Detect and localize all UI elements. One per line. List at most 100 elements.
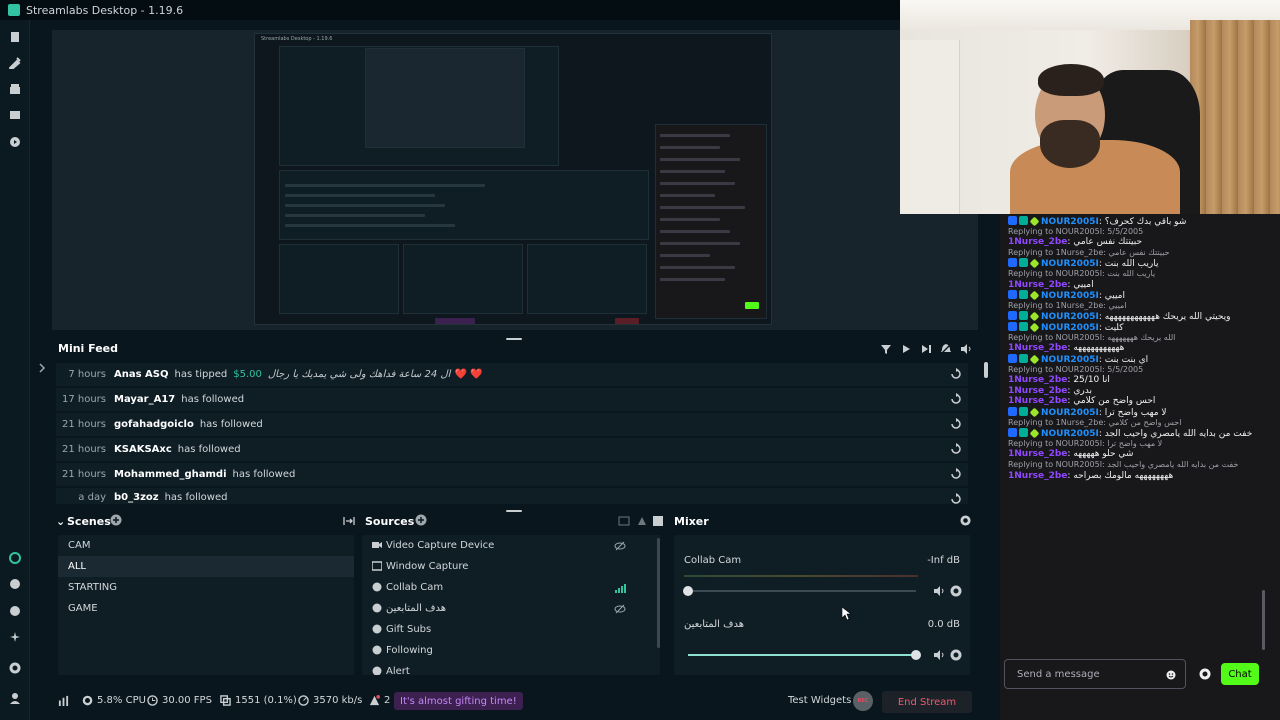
scene-item[interactable]: GAME bbox=[58, 598, 354, 619]
store-icon[interactable] bbox=[9, 83, 21, 95]
feed-action: has followed bbox=[199, 419, 263, 430]
feed-user[interactable]: Mayar_A17 bbox=[114, 394, 175, 405]
source-properties-icon[interactable] bbox=[652, 515, 664, 530]
chat-send-button[interactable]: Chat bbox=[1221, 663, 1259, 685]
replay-icon[interactable] bbox=[950, 443, 962, 455]
chat-username[interactable]: NOUR2005I bbox=[1041, 323, 1099, 333]
editor-icon[interactable] bbox=[9, 31, 21, 43]
rec-button[interactable]: REC bbox=[853, 691, 873, 711]
play-icon[interactable] bbox=[900, 343, 912, 355]
stream-preview[interactable]: Streamlabs Desktop - 1.19.6 bbox=[52, 30, 978, 330]
chat-message-input[interactable]: Send a message bbox=[1004, 659, 1186, 689]
feed-user[interactable]: Mohammed_ghamdi bbox=[114, 469, 227, 480]
gear-icon[interactable] bbox=[950, 585, 962, 597]
sources-scrollbar[interactable] bbox=[657, 538, 660, 648]
chat-text: شي حلو هههههه bbox=[1073, 449, 1134, 460]
source-filter-icon[interactable] bbox=[636, 515, 648, 530]
hidden-eye-icon[interactable] bbox=[614, 603, 626, 615]
replay-icon[interactable] bbox=[950, 493, 962, 504]
feed-resize-handle[interactable] bbox=[506, 510, 522, 512]
chat-username[interactable]: 1Nurse_2be bbox=[1008, 343, 1067, 353]
replay-icon[interactable] bbox=[950, 393, 962, 405]
chat-username[interactable]: NOUR2005I bbox=[1041, 291, 1099, 301]
source-item[interactable]: Collab Cam bbox=[362, 577, 660, 598]
live-icon[interactable] bbox=[9, 136, 21, 148]
scene-item[interactable]: STARTING bbox=[58, 577, 354, 598]
source-item[interactable]: Window Capture bbox=[362, 556, 660, 577]
chat-username[interactable]: 1Nurse_2be bbox=[1008, 396, 1067, 406]
chat-username[interactable]: NOUR2005I bbox=[1041, 312, 1099, 322]
test-widgets-button[interactable]: Test Widgets bbox=[788, 695, 851, 706]
source-label: Video Capture Device bbox=[386, 540, 495, 551]
scene-item-active[interactable]: ALL bbox=[58, 556, 354, 577]
chat-reply-text: Replying to 1Nurse_2be: احس واضح من كلام… bbox=[1008, 417, 1182, 427]
source-item[interactable]: Gift Subs bbox=[362, 619, 660, 640]
feed-user[interactable]: b0_3zoz bbox=[114, 492, 159, 503]
source-item[interactable]: هدف المتابعين bbox=[362, 598, 660, 619]
stats-chart-icon[interactable] bbox=[58, 695, 69, 706]
gear-icon[interactable] bbox=[950, 649, 962, 661]
feed-user[interactable]: KSAKSAxc bbox=[114, 444, 172, 455]
expand-chevron-icon[interactable] bbox=[36, 362, 48, 374]
mute-alerts-icon[interactable] bbox=[940, 343, 952, 355]
source-folder-icon[interactable] bbox=[618, 515, 630, 530]
integrations-icon[interactable] bbox=[9, 578, 21, 590]
settings-icon[interactable] bbox=[9, 662, 21, 674]
replay-icon[interactable] bbox=[950, 368, 962, 380]
source-item[interactable]: Alert bbox=[362, 661, 660, 675]
ai-tools-icon[interactable] bbox=[9, 631, 21, 643]
camera-icon bbox=[372, 540, 382, 550]
layout-editor-icon[interactable] bbox=[9, 605, 21, 617]
volume-icon[interactable] bbox=[960, 343, 972, 355]
replay-icon[interactable] bbox=[950, 418, 962, 430]
chat-username[interactable]: 1Nurse_2be bbox=[1008, 449, 1067, 459]
mouse-cursor-icon bbox=[841, 606, 852, 621]
source-item[interactable]: Video Capture Device bbox=[362, 535, 660, 556]
mixer-volume-track[interactable] bbox=[688, 590, 916, 592]
skip-icon[interactable] bbox=[920, 343, 932, 355]
chat-username[interactable]: 1Nurse_2be bbox=[1008, 237, 1067, 247]
mixer-volume-knob[interactable] bbox=[911, 650, 921, 660]
preview-nested-scenes bbox=[279, 244, 399, 314]
mixer-settings-icon[interactable] bbox=[960, 515, 971, 529]
chat-username[interactable]: NOUR2005I bbox=[1041, 429, 1099, 439]
chat-reply-text: Replying to NOUR2005I: 5/5/2005 bbox=[1008, 364, 1144, 374]
chat-reply-line: Replying to NOUR2005I: 5/5/2005 bbox=[1008, 365, 1272, 375]
emoji-icon[interactable] bbox=[1166, 669, 1176, 680]
themes-icon[interactable] bbox=[8, 57, 21, 71]
source-item[interactable]: Following bbox=[362, 640, 660, 661]
scene-item[interactable]: CAM bbox=[58, 535, 354, 556]
mixer-volume-knob[interactable] bbox=[683, 586, 693, 596]
volume-icon[interactable] bbox=[933, 649, 945, 661]
chat-username[interactable]: 1Nurse_2be bbox=[1008, 386, 1067, 396]
filter-icon[interactable] bbox=[880, 343, 892, 355]
sub-badge-icon bbox=[1019, 258, 1028, 268]
chat-text: هههههههههههه bbox=[1073, 343, 1125, 354]
chat-settings-icon[interactable] bbox=[1199, 668, 1211, 680]
replay-icon[interactable] bbox=[950, 468, 962, 480]
chat-username[interactable]: NOUR2005I bbox=[1041, 259, 1099, 269]
scenes-collapse-icon[interactable]: ⌄ bbox=[56, 515, 65, 528]
notifications-count: 2 bbox=[384, 695, 391, 706]
chat-scrollbar[interactable] bbox=[1262, 590, 1265, 650]
gift-banner[interactable]: It's almost gifting time! bbox=[394, 692, 523, 710]
add-scene-icon[interactable] bbox=[110, 514, 122, 529]
chat-username[interactable]: 1Nurse_2be bbox=[1008, 280, 1067, 290]
add-source-icon[interactable] bbox=[415, 514, 427, 529]
apps-icon[interactable] bbox=[9, 552, 21, 564]
end-stream-button[interactable]: End Stream bbox=[882, 691, 972, 713]
chat-username[interactable]: 1Nurse_2be bbox=[1008, 471, 1067, 481]
chat-username[interactable]: 1Nurse_2be bbox=[1008, 375, 1067, 385]
chat-username[interactable]: NOUR2005I bbox=[1041, 408, 1099, 418]
feed-user[interactable]: gofahadgoiclo bbox=[114, 419, 194, 430]
highlighter-icon[interactable] bbox=[9, 109, 21, 121]
chat-username[interactable]: NOUR2005I bbox=[1041, 217, 1099, 227]
chat-resize-handle[interactable] bbox=[984, 362, 988, 378]
feed-user[interactable]: Anas ASQ bbox=[114, 369, 168, 380]
scene-transition-icon[interactable] bbox=[343, 515, 355, 530]
volume-icon[interactable] bbox=[933, 585, 945, 597]
hidden-eye-icon[interactable] bbox=[614, 540, 626, 552]
profile-icon[interactable] bbox=[9, 692, 21, 704]
chat-username[interactable]: NOUR2005I bbox=[1041, 355, 1099, 365]
notifications[interactable]: 2 bbox=[369, 695, 390, 706]
